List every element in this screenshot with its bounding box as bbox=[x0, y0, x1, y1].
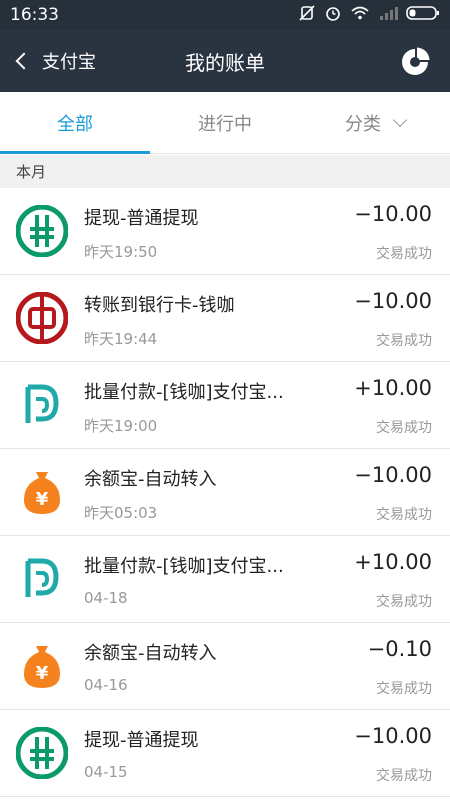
bill-date: 04-16 bbox=[84, 676, 128, 694]
bill-item[interactable]: 提现-普通提现 04-15 −10.00 交易成功 bbox=[0, 710, 450, 797]
bill-status: 交易成功 bbox=[376, 420, 432, 436]
bill-amount: −0.10 bbox=[367, 637, 432, 661]
tab-bar: 全部 进行中 分类 bbox=[0, 92, 450, 154]
bill-status: 交易成功 bbox=[376, 681, 432, 697]
bill-date: 昨天05:03 bbox=[84, 504, 158, 522]
bill-item[interactable]: 转账到银行卡-钱咖 昨天19:44 −10.00 交易成功 bbox=[0, 275, 450, 362]
bill-title: 提现-普通提现 bbox=[84, 730, 199, 751]
section-header-this-month: 本月 bbox=[0, 155, 450, 188]
abc-bank-icon bbox=[15, 204, 69, 258]
tab-all-label: 全部 bbox=[57, 113, 93, 135]
bill-title: 提现-普通提现 bbox=[84, 208, 199, 229]
bill-item[interactable]: 批量付款-[钱咖]支付宝... 04-18 +10.00 交易成功 bbox=[0, 536, 450, 623]
back-button[interactable]: 支付宝 bbox=[14, 30, 96, 92]
tab-in-progress-label: 进行中 bbox=[198, 113, 252, 135]
bill-status: 交易成功 bbox=[376, 333, 432, 349]
bill-amount: −10.00 bbox=[354, 202, 432, 226]
bill-date: 昨天19:44 bbox=[84, 330, 158, 348]
boc-bank-icon bbox=[15, 291, 69, 345]
bill-amount: −10.00 bbox=[354, 289, 432, 313]
bill-date: 昨天19:50 bbox=[84, 243, 158, 261]
tab-all[interactable]: 全部 bbox=[0, 92, 150, 154]
back-label: 支付宝 bbox=[42, 52, 96, 73]
bill-amount: −10.00 bbox=[354, 463, 432, 487]
svg-text:¥: ¥ bbox=[36, 663, 49, 684]
pie-chart-icon bbox=[402, 47, 430, 75]
bill-amount: +10.00 bbox=[354, 376, 432, 400]
bill-item[interactable]: ¥ 余额宝-自动转入 04-16 −0.10 交易成功 bbox=[0, 623, 450, 710]
tab-category-label: 分类 bbox=[345, 113, 381, 135]
battery-icon bbox=[406, 5, 440, 25]
bill-title: 批量付款-[钱咖]支付宝... bbox=[84, 382, 284, 403]
status-time: 16:33 bbox=[10, 5, 59, 25]
bill-amount: +10.00 bbox=[354, 550, 432, 574]
bill-title: 余额宝-自动转入 bbox=[84, 643, 217, 664]
mute-icon bbox=[298, 4, 316, 26]
bill-list: 提现-普通提现 昨天19:50 −10.00 交易成功 转账到银行卡-钱咖 昨天… bbox=[0, 188, 450, 797]
bill-date: 昨天19:00 bbox=[84, 417, 158, 435]
back-chevron-icon bbox=[15, 52, 33, 70]
bill-status: 交易成功 bbox=[376, 768, 432, 784]
bill-item[interactable]: 批量付款-[钱咖]支付宝... 昨天19:00 +10.00 交易成功 bbox=[0, 362, 450, 449]
nav-bar: 支付宝 我的账单 bbox=[0, 30, 450, 92]
stats-button[interactable] bbox=[400, 47, 430, 77]
bill-status: 交易成功 bbox=[376, 594, 432, 610]
chevron-down-icon bbox=[392, 112, 408, 127]
bill-title: 批量付款-[钱咖]支付宝... bbox=[84, 556, 284, 577]
tab-category[interactable]: 分类 bbox=[300, 92, 450, 153]
wifi-icon bbox=[350, 5, 370, 25]
status-bar: 16:33 bbox=[0, 0, 450, 30]
qianka-icon bbox=[16, 553, 68, 605]
status-icons bbox=[298, 4, 440, 26]
yuebao-icon: ¥ bbox=[16, 466, 68, 518]
bill-date: 04-18 bbox=[84, 589, 128, 607]
bill-amount: −10.00 bbox=[354, 724, 432, 748]
bill-item[interactable]: 提现-普通提现 昨天19:50 −10.00 交易成功 bbox=[0, 188, 450, 275]
bill-date: 04-15 bbox=[84, 763, 128, 781]
alarm-icon bbox=[324, 4, 342, 26]
bill-title: 转账到银行卡-钱咖 bbox=[84, 295, 235, 316]
bill-status: 交易成功 bbox=[376, 246, 432, 262]
bill-title: 余额宝-自动转入 bbox=[84, 469, 217, 490]
bill-item[interactable]: ¥ 余额宝-自动转入 昨天05:03 −10.00 交易成功 bbox=[0, 449, 450, 536]
qianka-icon bbox=[16, 379, 68, 431]
abc-bank-icon bbox=[15, 726, 69, 780]
tab-in-progress[interactable]: 进行中 bbox=[150, 92, 300, 153]
bill-status: 交易成功 bbox=[376, 507, 432, 523]
yuebao-icon: ¥ bbox=[16, 640, 68, 692]
signal-icon bbox=[378, 5, 398, 25]
svg-text:¥: ¥ bbox=[36, 489, 49, 510]
